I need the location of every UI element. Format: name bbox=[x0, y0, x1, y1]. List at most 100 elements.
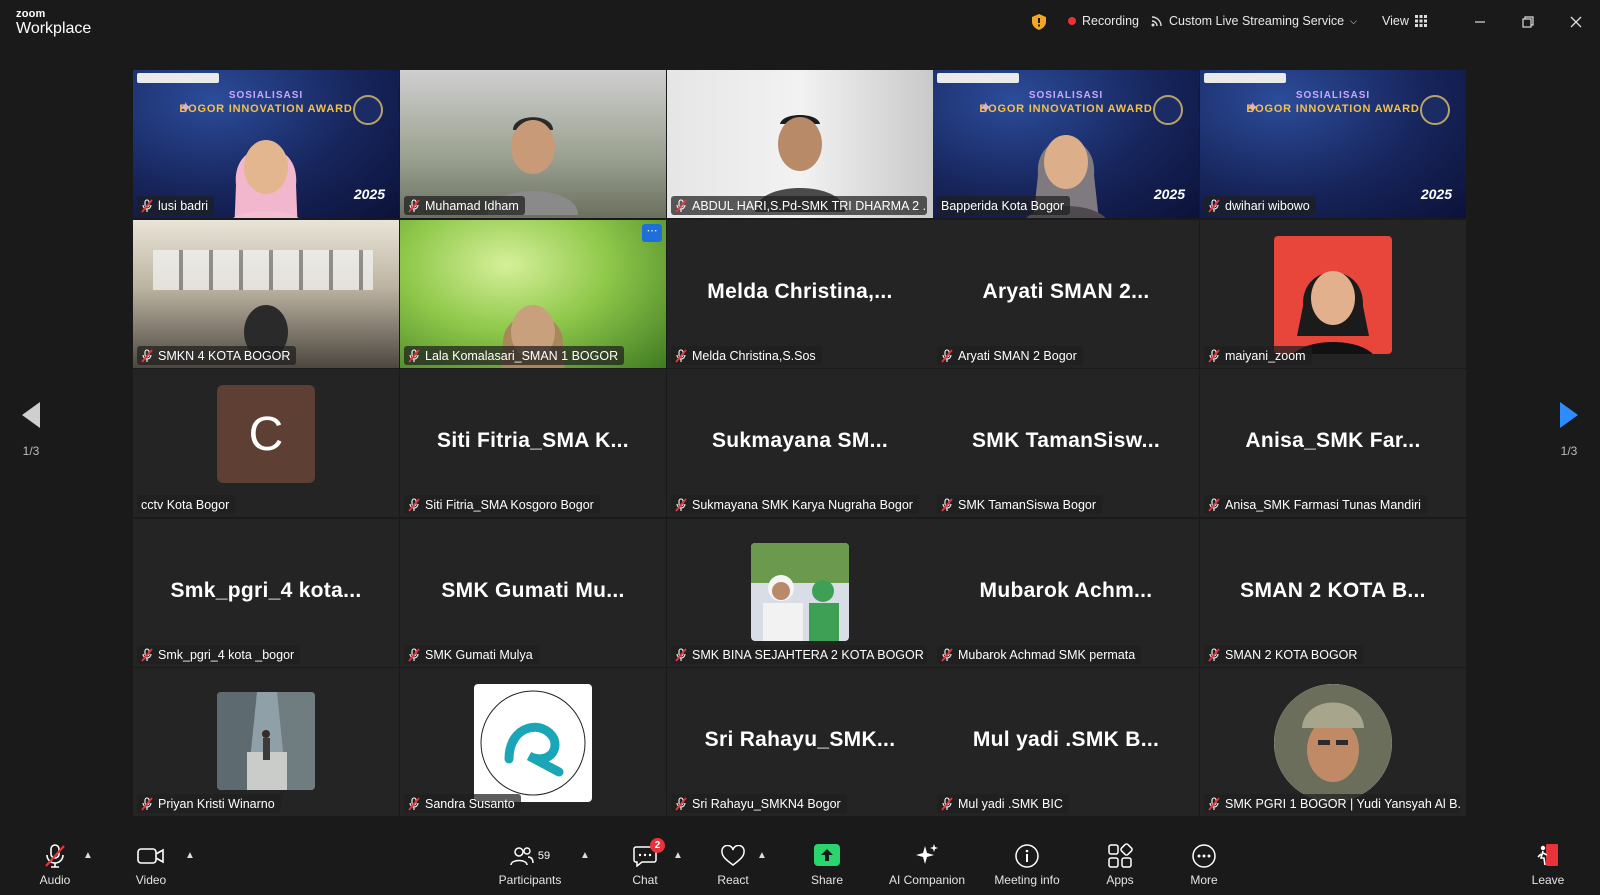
participant-name: SMK Gumati Mulya bbox=[425, 647, 533, 662]
photo-content bbox=[1274, 684, 1392, 802]
participant-tile[interactable]: Mul yadi .SMK B... Mul yadi .SMK BIC bbox=[933, 668, 1199, 816]
participant-tile[interactable]: Smk_pgri_4 kota... Smk_pgri_4 kota _bogor bbox=[133, 519, 399, 667]
meeting-info-button[interactable]: Meeting info bbox=[987, 842, 1067, 887]
participant-tile[interactable]: ✦ SOSIALISASI BOGOR INNOVATION AWARD 2025 Ba… bbox=[933, 70, 1199, 218]
participant-tile[interactable]: SMK PGRI 1 BOGOR | Yudi Yansyah Al B... bbox=[1200, 668, 1466, 816]
participant-name-label: Sri Rahayu_SMKN4 Bogor bbox=[671, 794, 847, 813]
participant-tile[interactable]: SMK BINA SEJAHTERA 2 KOTA BOGOR bbox=[667, 519, 933, 667]
participant-name: lusi badri bbox=[158, 198, 209, 213]
participant-tile[interactable]: Muhamad Idham bbox=[400, 70, 666, 218]
participant-name-label: Anisa_SMK Farmasi Tunas Mandiri bbox=[1204, 495, 1427, 514]
ai-companion-button[interactable]: AI Companion bbox=[887, 842, 967, 887]
participant-name: Melda Christina,S.Sos bbox=[692, 348, 816, 363]
participant-name: Anisa_SMK Farmasi Tunas Mandiri bbox=[1225, 497, 1421, 512]
muted-mic-icon bbox=[141, 647, 153, 662]
more-label: More bbox=[1190, 873, 1218, 887]
participant-name: SMK TamanSiswa Bogor bbox=[958, 497, 1097, 512]
recording-indicator[interactable]: Recording bbox=[1068, 14, 1139, 28]
more-options-icon[interactable]: ⋯ bbox=[642, 224, 662, 242]
participant-name: Sukmayana SMK Karya Nugraha Bogor bbox=[692, 497, 913, 512]
participant-name-label: maiyani_zoom bbox=[1204, 346, 1312, 365]
recording-label: Recording bbox=[1082, 14, 1139, 28]
app-logo: zoom Workplace bbox=[16, 9, 91, 37]
share-screen-icon bbox=[814, 844, 840, 866]
participant-name: Muhamad Idham bbox=[425, 198, 519, 213]
muted-mic-icon bbox=[675, 647, 687, 662]
participant-name-label: lusi badri bbox=[137, 196, 215, 215]
chat-button[interactable]: 2 Chat bbox=[605, 838, 685, 887]
participants-options-chevron-icon[interactable]: ▲ bbox=[580, 850, 590, 861]
participant-name-label: SMAN 2 KOTA BOGOR bbox=[1204, 645, 1364, 664]
view-menu[interactable]: View bbox=[1382, 14, 1427, 28]
audio-label: Audio bbox=[39, 873, 71, 887]
apps-label: Apps bbox=[1106, 873, 1134, 887]
video-label: Video bbox=[135, 873, 167, 887]
participant-tile[interactable]: Priyan Kristi Winarno bbox=[133, 668, 399, 816]
participant-tile[interactable]: Aryati SMAN 2... Aryati SMAN 2 Bogor bbox=[933, 220, 1199, 368]
video-options-chevron-icon[interactable]: ▲ bbox=[185, 850, 195, 861]
participant-tile[interactable]: Sukmayana SM... Sukmayana SMK Karya Nugra… bbox=[667, 369, 933, 517]
participant-tile[interactable]: Ccctv Kota Bogor bbox=[133, 369, 399, 517]
participant-tile[interactable]: Sandra Susanto bbox=[400, 668, 666, 816]
participant-tile[interactable]: Sri Rahayu_SMK... Sri Rahayu_SMKN4 Bogor bbox=[667, 668, 933, 816]
participant-tile[interactable]: Mubarok Achm... Mubarok Achmad SMK permat… bbox=[933, 519, 1199, 667]
audio-button[interactable]: Audio bbox=[15, 842, 95, 887]
page-indicator-left: 1/3 bbox=[22, 444, 40, 458]
participant-display-name: Sukmayana SM... bbox=[711, 429, 889, 452]
banner-line1: SOSIALISASI bbox=[1295, 90, 1371, 101]
right-arrow-icon[interactable] bbox=[1558, 400, 1580, 430]
participant-tile[interactable]: ABDUL HARI,S.Pd-SMK TRI DHARMA 2 ... bbox=[667, 70, 933, 218]
heart-icon bbox=[721, 845, 745, 866]
left-arrow-icon[interactable] bbox=[20, 400, 42, 430]
participant-name-label: Melda Christina,S.Sos bbox=[671, 346, 822, 365]
participant-display-name: Melda Christina,... bbox=[707, 280, 893, 303]
minimize-icon[interactable] bbox=[1470, 12, 1490, 32]
leave-button[interactable]: Leave bbox=[1508, 842, 1588, 887]
sponsor-logos bbox=[1204, 73, 1286, 83]
video-button[interactable]: Video bbox=[111, 842, 191, 887]
participant-name: ABDUL HARI,S.Pd-SMK TRI DHARMA 2 ... bbox=[692, 198, 927, 213]
muted-mic-icon bbox=[1208, 348, 1220, 363]
participant-tile[interactable]: SMAN 2 KOTA B... SMAN 2 KOTA BOGOR bbox=[1200, 519, 1466, 667]
muted-mic-icon bbox=[675, 348, 687, 363]
audio-options-chevron-icon[interactable]: ▲ bbox=[83, 850, 93, 861]
participant-tile[interactable]: maiyani_zoom bbox=[1200, 220, 1466, 368]
participant-tile[interactable]: Siti Fitria_SMA K... Siti Fitria_SMA Kosg… bbox=[400, 369, 666, 517]
participant-display-name: Smk_pgri_4 kota... bbox=[170, 579, 362, 602]
react-options-chevron-icon[interactable]: ▲ bbox=[757, 850, 767, 861]
participant-tile[interactable]: SMK Gumati Mu... SMK Gumati Mulya bbox=[400, 519, 666, 667]
participant-tile[interactable]: Melda Christina,... Melda Christina,S.Sos bbox=[667, 220, 933, 368]
next-page-nav[interactable]: 1/3 bbox=[1542, 400, 1596, 500]
apps-button[interactable]: Apps bbox=[1080, 842, 1160, 887]
sponsor-logos bbox=[137, 73, 219, 83]
react-button[interactable]: React bbox=[693, 842, 773, 887]
sponsor-logos bbox=[937, 73, 1019, 83]
banner-line1: SOSIALISASI bbox=[228, 90, 304, 101]
security-shield-icon[interactable] bbox=[1032, 14, 1046, 30]
participant-name: cctv Kota Bogor bbox=[141, 497, 230, 512]
participants-button[interactable]: 59 Participants bbox=[490, 842, 570, 887]
banner-year: 2025 bbox=[1153, 186, 1185, 202]
participant-name-label: Priyan Kristi Winarno bbox=[137, 794, 281, 813]
chevron-down-icon: ⌵ bbox=[1350, 15, 1357, 26]
participant-tile[interactable]: Anisa_SMK Far... Anisa_SMK Farmasi Tunas … bbox=[1200, 369, 1466, 517]
chat-options-chevron-icon[interactable]: ▲ bbox=[673, 850, 683, 861]
restore-icon[interactable] bbox=[1518, 12, 1538, 32]
grid-view-icon bbox=[1414, 15, 1427, 27]
live-streaming-menu[interactable]: Custom Live Streaming Service ⌵ bbox=[1151, 14, 1357, 28]
chat-label: Chat bbox=[632, 873, 658, 887]
participant-tile[interactable]: ✦ SOSIALISASI BOGOR INNOVATION AWARD 2025 lu… bbox=[133, 70, 399, 218]
participant-tile[interactable]: ⋯ Lala Komalasari_SMAN 1 BOGOR bbox=[400, 220, 666, 368]
participant-tile[interactable]: ✦ SOSIALISASI BOGOR INNOVATION AWARD 2025 dw… bbox=[1200, 70, 1466, 218]
profile-photo bbox=[1274, 684, 1392, 802]
participant-tile[interactable]: SMKN 4 KOTA BOGOR bbox=[133, 220, 399, 368]
close-icon[interactable] bbox=[1566, 12, 1586, 32]
previous-page-nav[interactable]: 1/3 bbox=[4, 400, 58, 500]
share-button[interactable]: Share bbox=[787, 842, 867, 887]
participant-tile[interactable]: SMK TamanSisw... SMK TamanSiswa Bogor bbox=[933, 369, 1199, 517]
more-button[interactable]: More bbox=[1164, 842, 1244, 887]
video-camera-icon bbox=[137, 848, 164, 864]
title-bar: zoom Workplace Recording Custom Live Str… bbox=[0, 0, 1600, 46]
participant-display-name: Siti Fitria_SMA K... bbox=[437, 429, 629, 452]
participant-display-name: SMK Gumati Mu... bbox=[441, 579, 625, 602]
